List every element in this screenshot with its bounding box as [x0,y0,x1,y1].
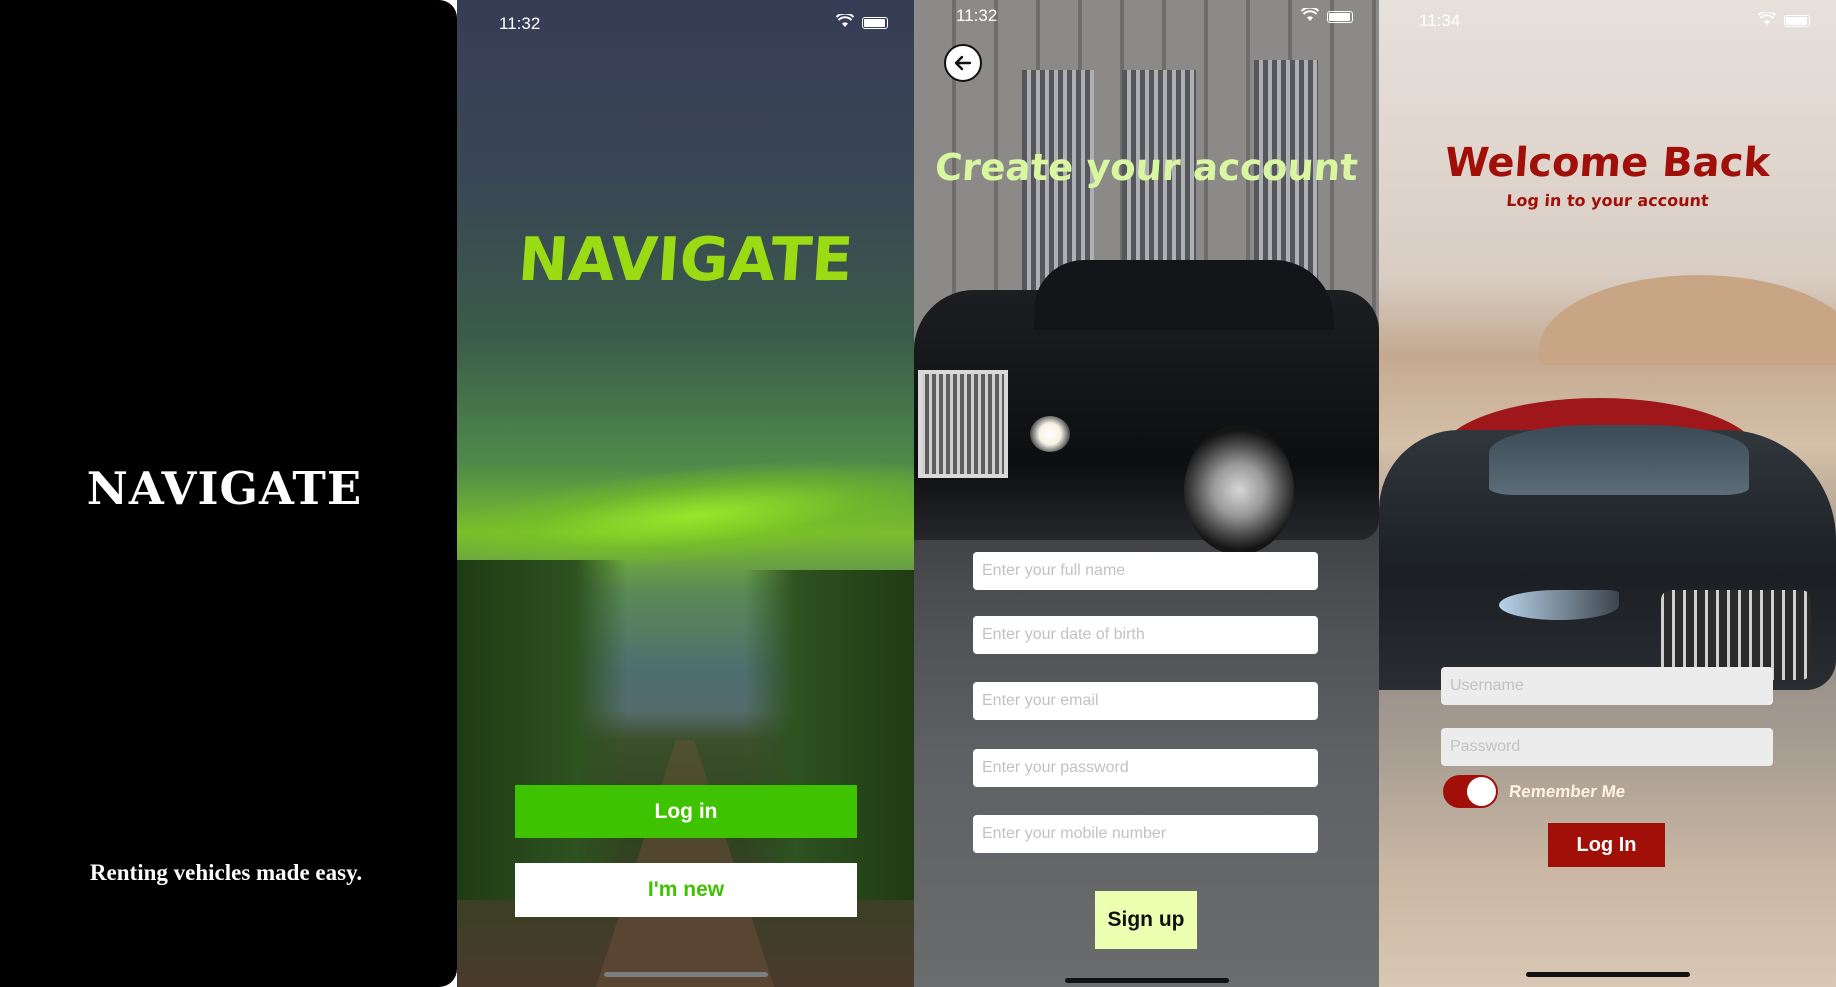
tree-line-right [744,570,914,900]
toggle-knob [1467,777,1496,806]
home-indicator [603,972,768,977]
splash-tagline: Renting vehicles made easy. [89,860,363,885]
remember-me-label: Remember Me [1508,782,1627,801]
back-arrow-icon[interactable] [944,44,982,82]
home-screen: 11:32 NAVIGATE Log in I'm new [457,0,914,987]
sign-up-button[interactable]: Sign up [1095,891,1197,949]
remember-me-toggle[interactable] [1443,775,1498,808]
wifi-icon [835,12,855,33]
wifi-icon [1757,10,1777,31]
im-new-button[interactable]: I'm new [515,863,857,917]
battery-icon [1784,15,1810,27]
full-name-field[interactable]: Enter your full name [973,552,1318,590]
log-in-button[interactable]: Log In [1548,823,1665,867]
splash-screen: NAVIGATE Renting vehicles made easy. [0,0,457,987]
status-icons [1300,6,1353,27]
battery-icon [862,17,888,29]
date-of-birth-field[interactable]: Enter your date of birth [973,616,1318,654]
signup-title: Create your account [933,146,1360,189]
mobile-number-field[interactable]: Enter your mobile number [973,815,1318,853]
status-time: 11:32 [499,14,541,33]
status-icons [835,12,888,33]
login-title: Welcome Back [1443,140,1772,186]
car-grille [918,370,1008,478]
tree-line-left [457,560,627,900]
app-screens: NAVIGATE Renting vehicles made easy. 11:… [0,0,1836,987]
home-indicator [1525,972,1690,977]
sand-dune [1539,275,1836,365]
car-windshield [1489,425,1749,495]
username-field[interactable]: Username [1441,667,1773,705]
home-brand: NAVIGATE [515,225,856,295]
signup-screen: 11:32 Create your account Enter your ful… [914,0,1379,987]
car-headlight [1030,416,1070,452]
wifi-icon [1300,6,1320,27]
status-icons [1757,10,1810,31]
login-screen: 11:34 Welcome Back Log in to your accoun… [1379,0,1836,987]
car-wheel [1184,425,1294,555]
password-field[interactable]: Enter your password [973,749,1318,787]
status-time: 11:32 [956,6,998,25]
login-subtitle: Log in to your account [1505,191,1710,210]
email-field[interactable]: Enter your email [973,682,1318,720]
splash-brand: NAVIGATE [86,462,363,515]
status-time: 11:34 [1419,11,1461,30]
password-field[interactable]: Password [1441,728,1773,766]
login-button[interactable]: Log in [515,785,857,838]
battery-icon [1327,11,1353,23]
car-headlight [1499,590,1619,620]
home-indicator [1064,978,1229,983]
car-roof [1034,260,1334,330]
